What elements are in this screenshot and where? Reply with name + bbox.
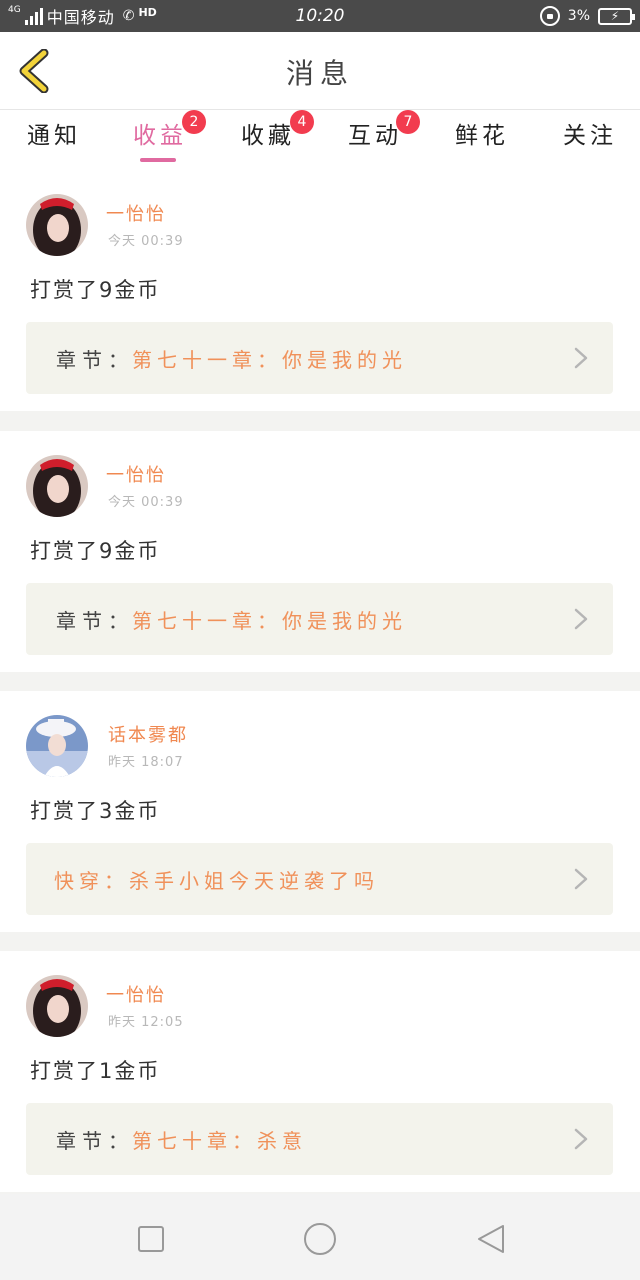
chevron-right-icon bbox=[574, 868, 588, 890]
page-title: 消息 bbox=[285, 57, 354, 90]
chapter-link[interactable]: 章节： 第七十一章：你是我的光 bbox=[26, 322, 613, 394]
chapter-title: 第七十一章：你是我的光 bbox=[132, 348, 407, 372]
message-time: 昨天 12:05 bbox=[108, 1015, 184, 1030]
tab-label: 收藏 bbox=[241, 123, 295, 149]
tab-label: 关注 bbox=[563, 123, 617, 149]
avatar[interactable] bbox=[26, 455, 88, 517]
battery-percent: 3% bbox=[567, 8, 590, 24]
tab-label: 互动 bbox=[348, 123, 402, 149]
tab-label: 鲜花 bbox=[455, 123, 509, 149]
chapter-prefix: 章节： bbox=[56, 1129, 134, 1153]
sender-name[interactable]: 一怡怡 bbox=[106, 461, 166, 487]
chevron-right-icon bbox=[574, 608, 588, 630]
message-card: 一怡怡 今天 00:39 打赏了9金币 章节： 第七十一章：你是我的光 bbox=[0, 170, 640, 411]
tab-label: 收益 bbox=[133, 123, 187, 149]
chapter-prefix: 章节： bbox=[56, 609, 134, 633]
sender-name[interactable]: 一怡怡 bbox=[106, 981, 166, 1007]
chapter-title: 第七十章：杀意 bbox=[132, 1129, 307, 1153]
tab-badge: 2 bbox=[182, 110, 206, 134]
message-card: 一怡怡 今天 00:39 打赏了9金币 章节： 第七十一章：你是我的光 bbox=[0, 431, 640, 672]
tab-favorites[interactable]: 收藏 4 bbox=[218, 110, 318, 164]
message-time: 今天 00:39 bbox=[108, 495, 184, 510]
battery-charging-icon: ⚡ bbox=[598, 7, 635, 25]
tab-badge: 7 bbox=[396, 110, 420, 134]
tab-bar: 通知 收益 2 收藏 4 互动 7 鲜花 关注 bbox=[0, 110, 640, 170]
tab-follow[interactable]: 关注 bbox=[540, 116, 640, 164]
message-text: 打赏了9金币 bbox=[30, 539, 161, 563]
rotation-lock-icon bbox=[539, 6, 560, 26]
tab-badge: 4 bbox=[290, 110, 314, 134]
back-icon[interactable] bbox=[476, 1224, 506, 1254]
chapter-prefix: 章节： bbox=[56, 348, 134, 372]
app-header: 消息 bbox=[0, 32, 640, 110]
tab-notice[interactable]: 通知 bbox=[4, 116, 104, 164]
tab-interaction[interactable]: 互动 7 bbox=[325, 110, 425, 164]
status-right: 3% ⚡ bbox=[539, 0, 635, 32]
message-text: 打赏了3金币 bbox=[30, 799, 161, 823]
tab-flowers[interactable]: 鲜花 bbox=[432, 116, 532, 164]
sender-name[interactable]: 话本雾都 bbox=[108, 721, 188, 747]
sender-name[interactable]: 一怡怡 bbox=[106, 200, 166, 226]
tab-label: 通知 bbox=[27, 123, 81, 149]
tab-earnings[interactable]: 收益 2 bbox=[110, 110, 210, 164]
active-tab-indicator bbox=[140, 158, 176, 162]
chevron-right-icon bbox=[574, 347, 588, 369]
home-icon[interactable] bbox=[302, 1221, 338, 1257]
message-card: 一怡怡 昨天 12:05 打赏了1金币 章节： 第七十章：杀意 bbox=[0, 951, 640, 1192]
avatar[interactable] bbox=[26, 715, 88, 777]
chapter-link[interactable]: 章节： 第七十一章：你是我的光 bbox=[26, 583, 613, 655]
chapter-link[interactable]: 快穿：杀手小姐今天逆袭了吗 bbox=[26, 843, 613, 915]
message-text: 打赏了1金币 bbox=[30, 1059, 161, 1083]
chapter-link[interactable]: 章节： 第七十章：杀意 bbox=[26, 1103, 613, 1175]
chevron-right-icon bbox=[574, 1128, 588, 1150]
avatar[interactable] bbox=[26, 975, 88, 1037]
system-nav-bar bbox=[0, 1194, 640, 1280]
chapter-title: 快穿：杀手小姐今天逆袭了吗 bbox=[54, 869, 379, 893]
message-time: 昨天 18:07 bbox=[108, 755, 184, 770]
status-bar: 4G 中国移动 ✆ HD 10:20 3% ⚡ bbox=[0, 0, 640, 32]
message-text: 打赏了9金币 bbox=[30, 278, 161, 302]
avatar[interactable] bbox=[26, 194, 88, 256]
message-card: 话本雾都 昨天 18:07 打赏了3金币 快穿：杀手小姐今天逆袭了吗 bbox=[0, 691, 640, 932]
recent-apps-icon[interactable] bbox=[136, 1224, 166, 1254]
chapter-title: 第七十一章：你是我的光 bbox=[132, 609, 407, 633]
message-time: 今天 00:39 bbox=[108, 234, 184, 249]
